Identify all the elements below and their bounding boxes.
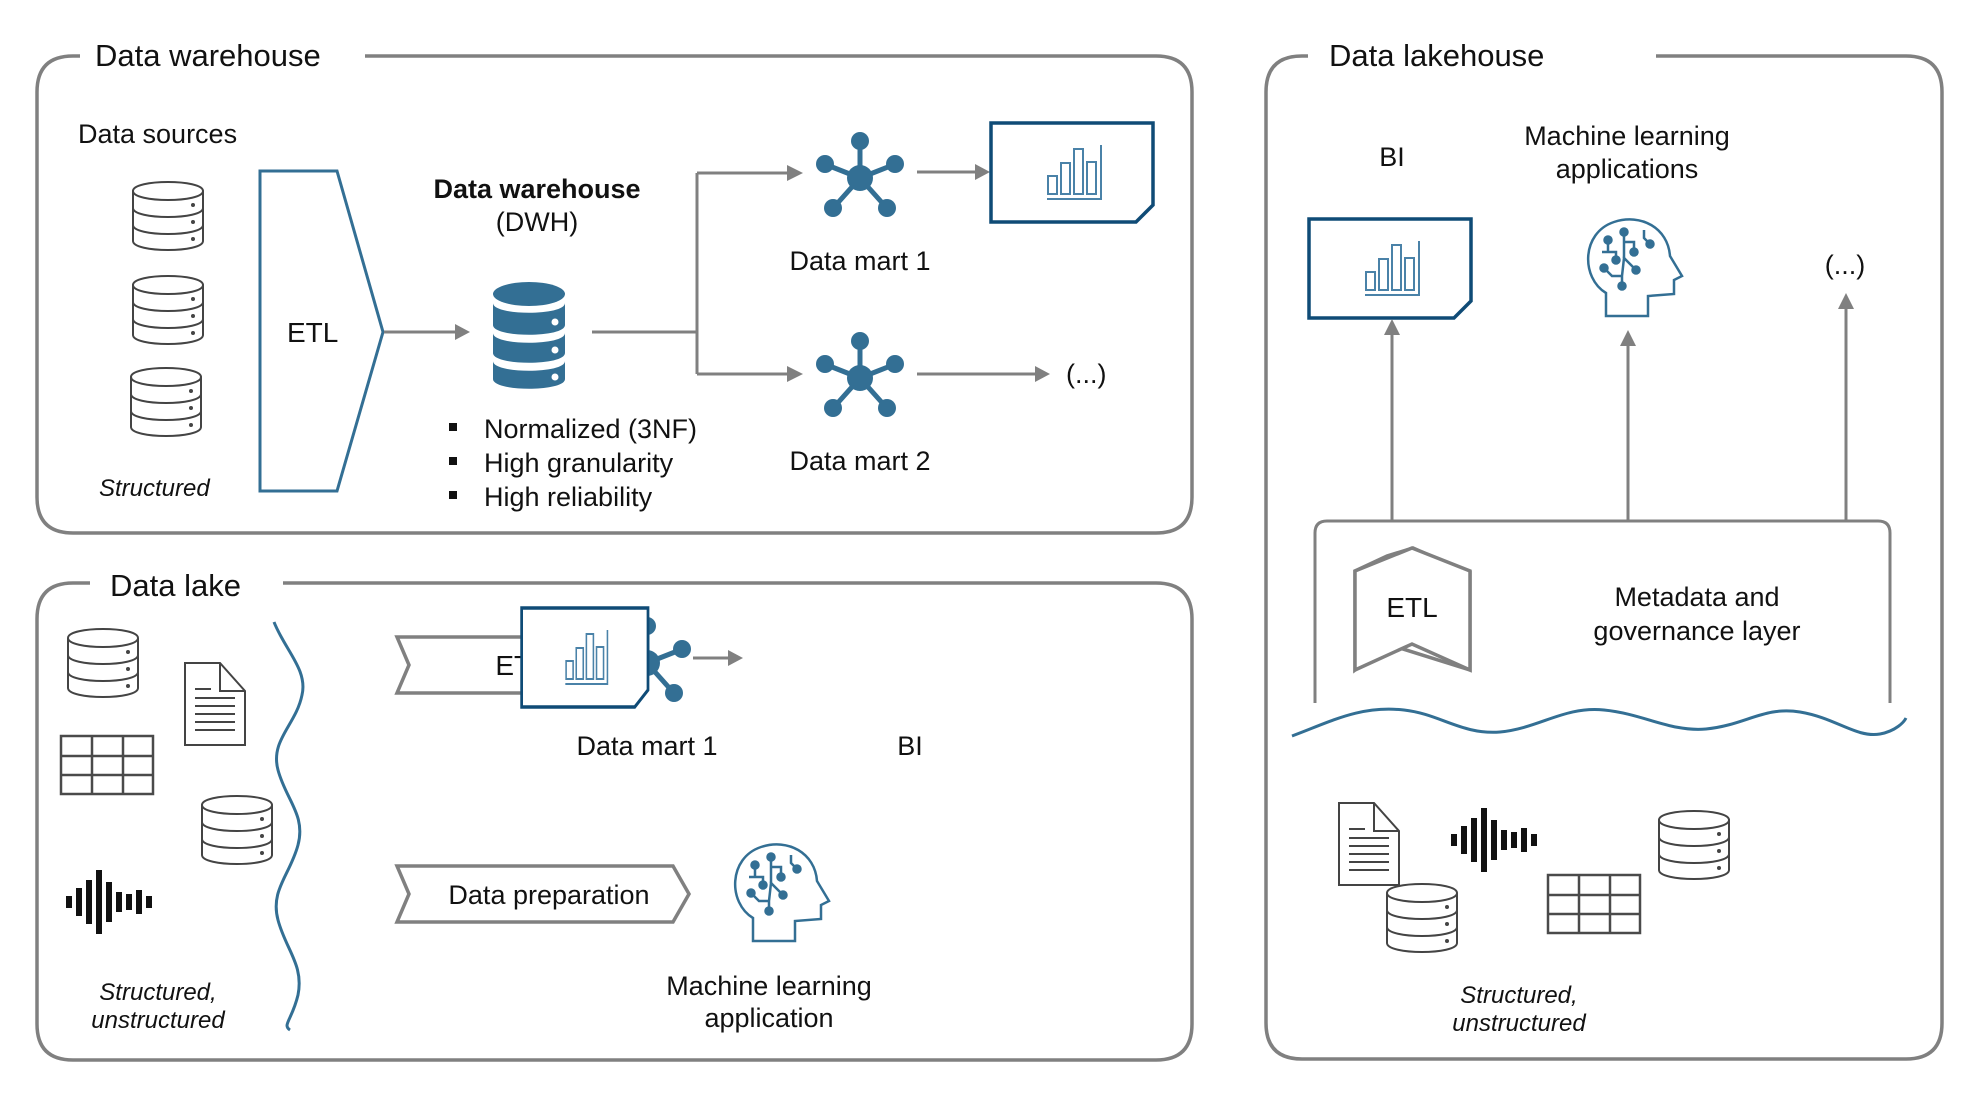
- database-icon: [132, 275, 204, 345]
- ml-head-icon: [733, 843, 831, 943]
- ellipsis-label: (...): [1066, 359, 1107, 389]
- sources-caption: unstructured: [91, 1007, 225, 1034]
- database-icon: [130, 367, 202, 437]
- data-mart-1-label: Data mart 1: [789, 246, 930, 276]
- upward-arrows: [1390, 307, 1848, 521]
- dwh-properties-list: Normalized (3NF) High granularity High r…: [449, 414, 697, 512]
- database-icon: [201, 795, 273, 865]
- lake-divider-wave: [272, 621, 305, 1032]
- bi-dashboard-icon: [519, 606, 650, 709]
- dwh-subtitle: (DWH): [496, 207, 578, 237]
- table-icon: [59, 734, 155, 796]
- bi-dashboard-icon: [1307, 217, 1473, 320]
- bi-label: BI: [897, 731, 923, 761]
- bullet-icon: [449, 423, 457, 431]
- ml-label: application: [704, 1003, 833, 1033]
- sources-caption: Structured,: [1460, 982, 1577, 1009]
- arrow-head-icon: [787, 165, 803, 181]
- data-preparation-label: Data preparation: [448, 880, 649, 910]
- ml-label: Machine learning: [666, 971, 872, 1001]
- layer-label: Metadata and: [1614, 582, 1779, 612]
- lakehouse-lake-wave: [1291, 707, 1908, 738]
- lakehouse-title: Data lakehouse: [1329, 38, 1544, 73]
- database-icon: [132, 181, 204, 251]
- ml-label: Machine learning: [1524, 121, 1730, 151]
- data-mart-1-label: Data mart 1: [576, 731, 717, 761]
- data-warehouse-section: Data warehouse Data sources Structured E…: [35, 38, 1194, 535]
- audio-waveform-icon: [1451, 808, 1537, 872]
- lake-title: Data lake: [110, 568, 241, 603]
- dwh-database-icon: [493, 282, 565, 389]
- arrow-head-icon: [1035, 366, 1050, 382]
- document-icon: [1338, 802, 1400, 886]
- warehouse-title: Data warehouse: [95, 38, 321, 73]
- ellipsis-label: (...): [1825, 250, 1866, 280]
- arrow-head-icon: [787, 366, 803, 382]
- bi-label: BI: [1379, 142, 1405, 172]
- arrow-head-icon: [728, 650, 743, 666]
- data-mart-icon: [816, 132, 904, 217]
- lakehouse-frame: [1264, 54, 1944, 1061]
- architecture-diagram: Data warehouse Data sources Structured E…: [35, 38, 1944, 1062]
- arrow-up-icon: [1384, 319, 1400, 335]
- data-lakehouse-section: Data lakehouse BI Machine learning appli…: [1264, 38, 1944, 1061]
- bi-dashboard-icon: [989, 121, 1155, 224]
- arrow-up-icon: [1838, 293, 1854, 309]
- etl-label: ETL: [1386, 592, 1437, 623]
- property-item: High granularity: [484, 448, 674, 478]
- data-lake-section: Data lake Structured, unstructured ETL D…: [35, 568, 1194, 1062]
- bullet-icon: [449, 491, 457, 499]
- audio-waveform-icon: [66, 870, 152, 934]
- sources-caption: Structured,: [99, 979, 216, 1006]
- data-sources-label: Data sources: [78, 119, 237, 149]
- data-mart-2-label: Data mart 2: [789, 446, 930, 476]
- dwh-title: Data warehouse: [433, 174, 640, 204]
- database-icon: [1386, 883, 1458, 953]
- data-mart-icon: [816, 332, 904, 417]
- table-icon: [1546, 873, 1642, 935]
- bullet-icon: [449, 457, 457, 465]
- property-item: High reliability: [484, 482, 653, 512]
- sources-caption: unstructured: [1452, 1010, 1586, 1037]
- document-icon: [184, 662, 246, 746]
- ml-label: applications: [1556, 154, 1699, 184]
- sources-caption: Structured: [99, 475, 210, 502]
- database-icon: [1658, 810, 1730, 880]
- etl-label: ETL: [287, 317, 338, 348]
- property-item: Normalized (3NF): [484, 414, 697, 444]
- ml-head-icon: [1586, 218, 1684, 318]
- arrow-head-icon: [975, 164, 990, 180]
- arrow-up-icon: [1620, 330, 1636, 346]
- layer-label: governance layer: [1593, 616, 1800, 646]
- arrow-head-icon: [455, 324, 470, 340]
- database-icon: [67, 628, 139, 698]
